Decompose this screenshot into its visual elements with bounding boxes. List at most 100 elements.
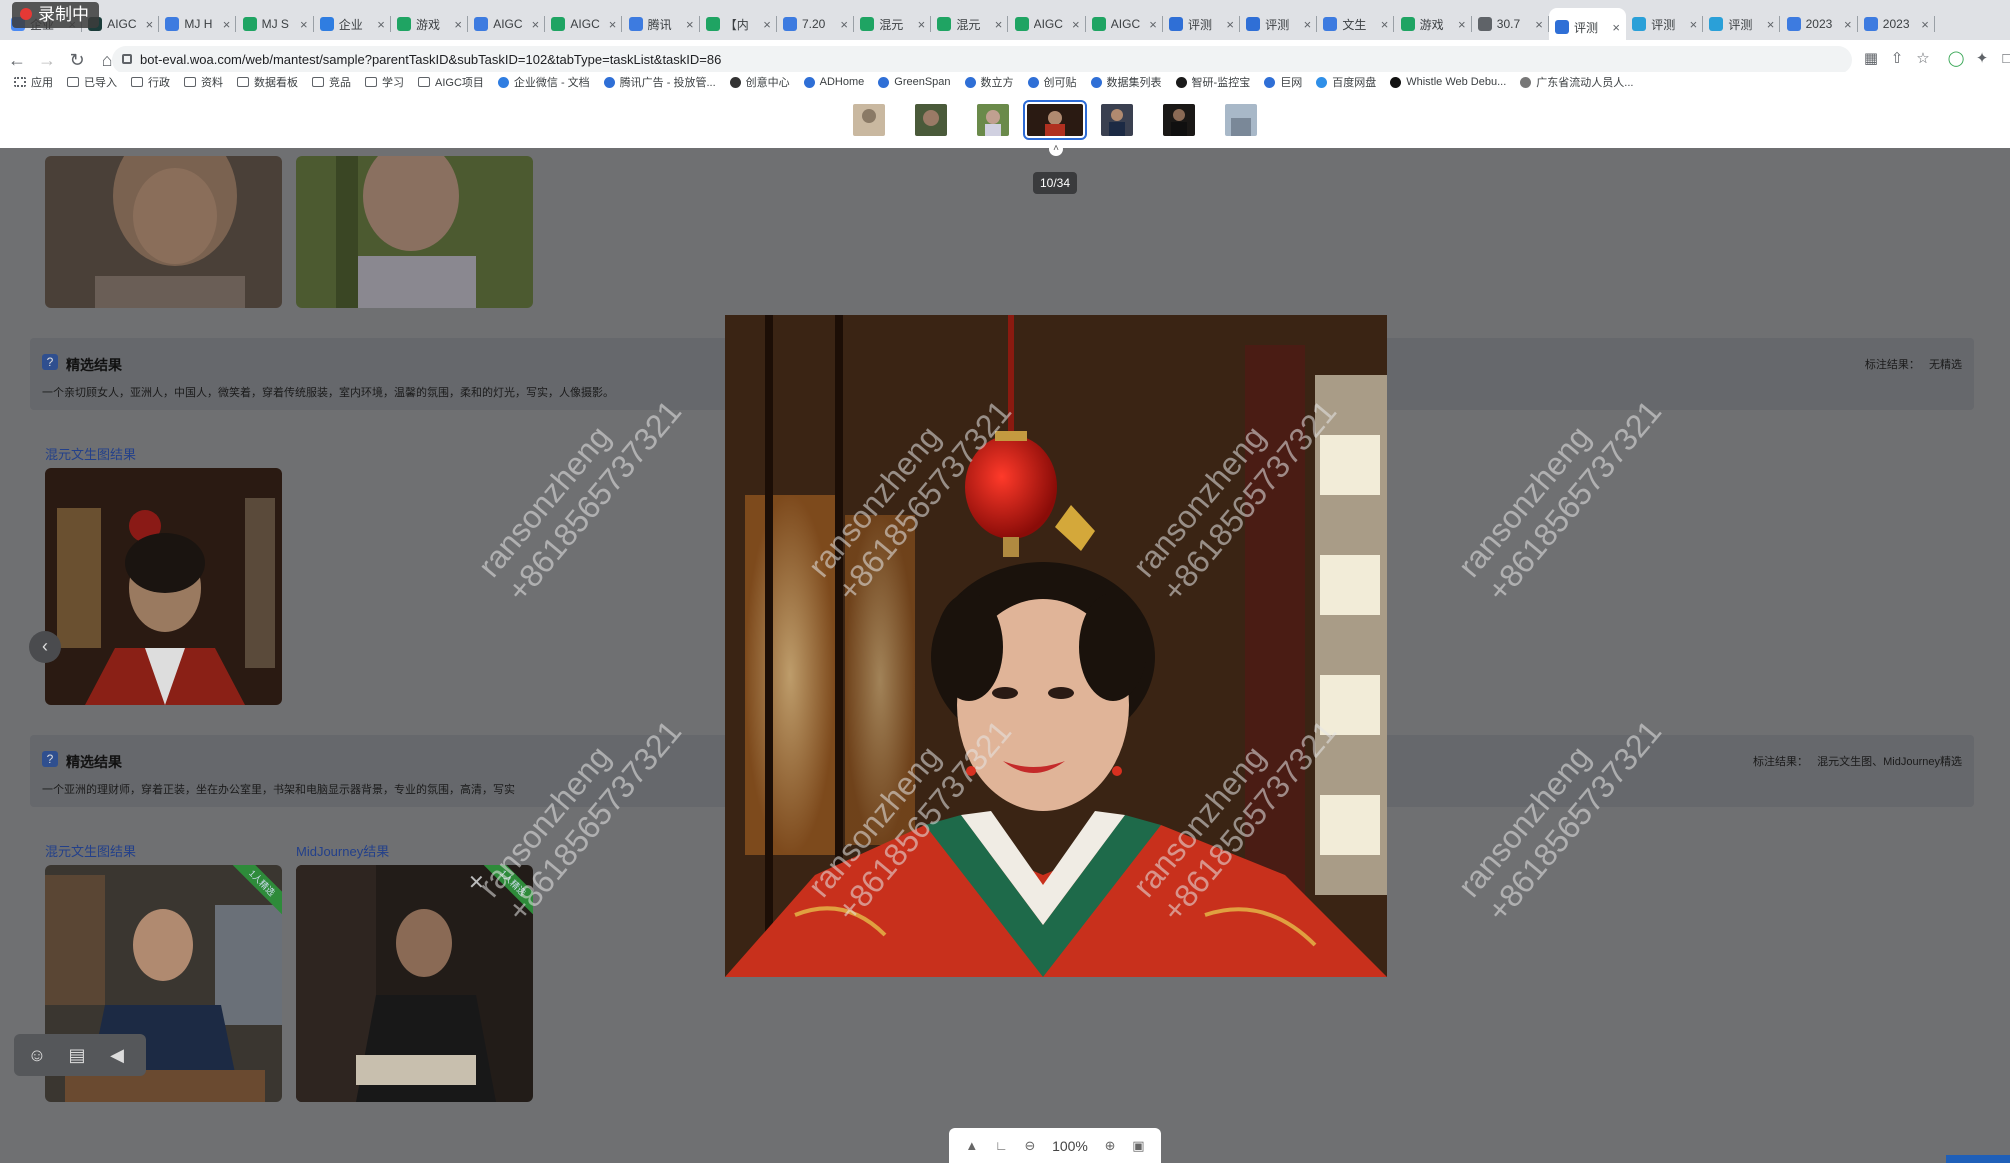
url-field[interactable]: bot-eval.woa.com/web/mantest/sample?pare… (112, 46, 1852, 74)
collapse-left-icon[interactable]: ◀ (104, 1042, 130, 1068)
result-image-thumbnail[interactable] (45, 468, 282, 705)
browser-tab[interactable]: MJ H × (159, 8, 237, 40)
bookmark-item[interactable]: 数立方 (964, 74, 1014, 90)
browser-tab[interactable]: 文生 × (1317, 8, 1395, 40)
browser-tab[interactable]: 【内 × (700, 8, 777, 40)
bookmark-item[interactable]: AIGC项目 (418, 74, 484, 90)
tab-close-icon[interactable]: × (840, 17, 848, 32)
browser-tab[interactable]: 混元 × (854, 8, 932, 40)
browser-tab[interactable]: 评测 × (1163, 8, 1240, 40)
tab-close-icon[interactable]: × (454, 17, 462, 32)
browser-tab[interactable]: 游戏 × (1395, 8, 1472, 40)
forward-icon[interactable]: → (34, 47, 60, 73)
browser-tab[interactable]: 企业 × (314, 8, 391, 40)
tab-close-icon[interactable]: × (146, 17, 154, 32)
strip-thumbnail[interactable] (853, 104, 885, 136)
bookmark-item[interactable]: 竞品 (312, 74, 351, 90)
tab-close-icon[interactable]: × (995, 17, 1003, 32)
tab-close-icon[interactable]: × (223, 17, 231, 32)
bookmark-item[interactable]: 广东省流动人员人... (1520, 74, 1633, 90)
translate-icon[interactable]: ▦ (1862, 50, 1880, 68)
strip-thumbnail[interactable] (977, 104, 1009, 136)
tab-close-icon[interactable]: × (686, 17, 694, 32)
strip-thumbnail-active[interactable] (1023, 100, 1087, 140)
browser-tab[interactable]: 2023 × (1781, 8, 1858, 40)
tab-close-icon[interactable]: × (1072, 17, 1080, 32)
bookmark-item[interactable]: 资料 (184, 74, 223, 90)
strip-thumbnail[interactable] (1163, 104, 1195, 136)
browser-tab[interactable]: 评测 × (1626, 8, 1704, 40)
tab-close-icon[interactable]: × (1844, 17, 1852, 32)
close-icon[interactable]: ✕ (468, 870, 485, 895)
tab-close-icon[interactable]: × (1921, 17, 1929, 32)
browser-tab[interactable]: AIGC × (1009, 8, 1086, 40)
bookmark-item[interactable]: 数据看板 (237, 74, 298, 90)
tab-close-icon[interactable]: × (918, 17, 926, 32)
tab-close-icon[interactable]: × (300, 17, 308, 32)
back-icon[interactable]: ← (4, 47, 30, 73)
browser-tab[interactable]: 腾讯 × (623, 8, 700, 40)
result-image-thumbnail[interactable] (296, 156, 533, 308)
strip-thumbnail[interactable] (915, 104, 947, 136)
emoji-icon[interactable]: ☺ (24, 1042, 50, 1068)
browser-tab[interactable]: AIGC × (468, 8, 546, 40)
rotate-icon[interactable]: ∟ (995, 1138, 1008, 1153)
result-image-thumbnail[interactable] (45, 156, 282, 308)
corner-button[interactable] (1946, 1155, 2010, 1163)
bookmark-item[interactable]: Whistle Web Debu... (1390, 76, 1506, 88)
tab-close-icon[interactable]: × (532, 17, 540, 32)
browser-tab[interactable]: 混元 × (931, 8, 1009, 40)
comment-icon[interactable]: ▤ (64, 1042, 90, 1068)
flip-icon[interactable]: ▲ (965, 1138, 978, 1153)
sidepanel-icon[interactable]: □ (1998, 50, 2010, 68)
browser-tab[interactable]: 游戏 × (391, 8, 468, 40)
strip-thumbnail[interactable] (1225, 104, 1257, 136)
tab-close-icon[interactable]: × (1535, 17, 1543, 32)
browser-tab[interactable]: 7.20 × (777, 8, 854, 40)
bookmark-item[interactable]: 创可贴 (1027, 74, 1077, 90)
tab-close-icon[interactable]: × (1767, 17, 1775, 32)
extensions-puzzle-icon[interactable]: ✦ (1973, 50, 1991, 68)
previous-image-button[interactable]: ‹ (29, 631, 61, 663)
browser-tab[interactable]: 评测 × (1703, 8, 1781, 40)
strip-thumbnail[interactable] (1101, 104, 1133, 136)
browser-tab[interactable]: 评测 × (1240, 8, 1318, 40)
tab-close-icon[interactable]: × (1690, 17, 1698, 32)
preview-image[interactable] (725, 315, 1387, 977)
bookmark-item[interactable]: 已导入 (67, 74, 117, 90)
fit-screen-icon[interactable]: ▣ (1132, 1138, 1144, 1154)
browser-tab[interactable]: 30.7 × (1472, 8, 1549, 40)
bookmark-item[interactable]: 创意中心 (729, 74, 790, 90)
bookmark-item[interactable]: 巨网 (1264, 74, 1302, 90)
share-icon[interactable]: ⇧ (1888, 50, 1906, 68)
browser-tab[interactable]: AIGC × (545, 8, 623, 40)
tab-close-icon[interactable]: × (609, 17, 617, 32)
bookmark-star-icon[interactable]: ☆ (1914, 50, 1932, 68)
browser-tab[interactable]: 2023 × (1858, 8, 1935, 40)
bookmark-item[interactable]: 百度网盘 (1316, 74, 1376, 90)
browser-tab[interactable]: MJ S × (237, 8, 314, 40)
bookmark-item[interactable]: 腾讯广告 - 投放管... (603, 74, 716, 90)
collapse-strip-icon[interactable]: ˄ (1049, 142, 1063, 156)
bookmark-item[interactable]: 行政 (131, 74, 170, 90)
reload-icon[interactable]: ↻ (64, 47, 90, 73)
tab-close-icon[interactable]: × (1458, 17, 1466, 32)
tab-close-icon[interactable]: × (1304, 17, 1312, 32)
bookmark-item[interactable]: 学习 (365, 74, 404, 90)
bookmark-item[interactable]: 智研-监控宝 (1175, 74, 1250, 90)
bookmark-item[interactable]: ADHome (803, 76, 864, 88)
result-image-thumbnail[interactable]: 1人精选 (296, 865, 533, 1102)
bookmark-item[interactable]: 应用 (14, 74, 53, 90)
extension-circle-icon[interactable]: ◯ (1947, 50, 1965, 68)
tab-close-icon[interactable]: × (1149, 17, 1157, 32)
tab-close-icon[interactable]: × (377, 17, 385, 32)
browser-tab[interactable]: AIGC × (1086, 8, 1163, 40)
bookmark-item[interactable]: 企业微信 - 文档 (497, 74, 590, 90)
tab-close-icon[interactable]: × (1226, 17, 1234, 32)
zoom-out-icon[interactable]: ⊖ (1024, 1138, 1035, 1154)
tab-close-icon[interactable]: × (763, 17, 771, 32)
bookmark-item[interactable]: 数据集列表 (1090, 74, 1162, 90)
zoom-in-icon[interactable]: ⊕ (1105, 1138, 1116, 1154)
bookmark-item[interactable]: GreenSpan (878, 76, 951, 88)
tab-close-icon[interactable]: × (1381, 17, 1389, 32)
